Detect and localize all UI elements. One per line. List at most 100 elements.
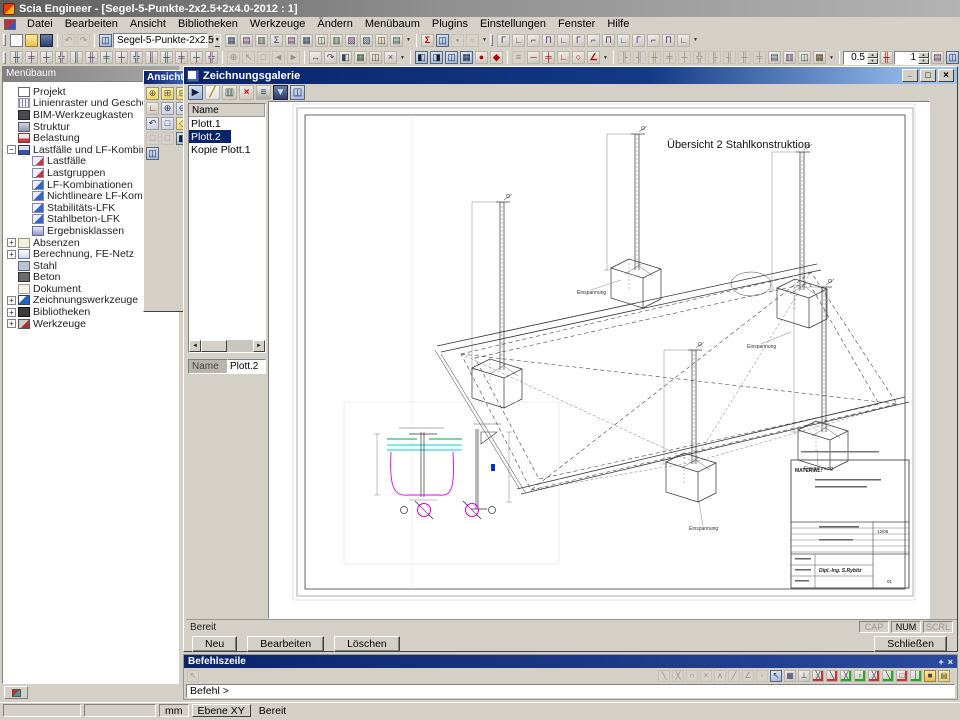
zoom-window-icon[interactable]: ⊞ bbox=[161, 87, 174, 100]
window-split-icon[interactable]: ◫ bbox=[99, 34, 112, 47]
goto-drawing-icon[interactable]: ▶ bbox=[188, 85, 203, 100]
render-icon[interactable]: ◆ bbox=[490, 51, 503, 64]
grid-icon[interactable]: ▦ bbox=[300, 34, 313, 47]
info-icon[interactable]: ▫ bbox=[466, 34, 479, 47]
menu-einstellungen[interactable]: Einstellungen bbox=[474, 18, 552, 30]
pin-icon[interactable]: + bbox=[938, 657, 943, 667]
menu-bibliotheken[interactable]: Bibliotheken bbox=[172, 18, 244, 30]
workplane-icon[interactable]: ■ bbox=[924, 670, 936, 682]
polyline-icon[interactable]: ∟ bbox=[557, 51, 570, 64]
snap-end-icon[interactable]: ╲ bbox=[658, 670, 670, 682]
collapse-icon[interactable]: − bbox=[7, 145, 16, 154]
model-tool-icon[interactable]: ╬ bbox=[55, 51, 68, 64]
model-tool-icon[interactable]: ┼ bbox=[40, 51, 53, 64]
property-value[interactable]: Plott.2 bbox=[228, 359, 266, 374]
export-icon[interactable]: ▼ bbox=[273, 85, 288, 100]
dimension-tool-icon[interactable]: ╟ bbox=[618, 51, 631, 64]
snap-line-icon[interactable]: ╲ bbox=[826, 670, 838, 682]
text-icon[interactable]: ▤ bbox=[768, 51, 781, 64]
model-tool-icon[interactable]: ╫ bbox=[10, 51, 23, 64]
rotate-icon[interactable]: ↷ bbox=[324, 51, 337, 64]
frame-icon[interactable]: ◫ bbox=[315, 34, 328, 47]
shell-icon[interactable]: ⌐ bbox=[647, 34, 660, 47]
window-prev-icon[interactable]: □ bbox=[146, 132, 159, 145]
dimension-tool-icon[interactable]: ╫ bbox=[648, 51, 661, 64]
checker-icon[interactable]: ▦ bbox=[225, 34, 238, 47]
toolbar-grip[interactable] bbox=[3, 34, 6, 46]
polyline-icon[interactable]: ∟ bbox=[617, 34, 630, 47]
calc-icon[interactable]: Σ bbox=[421, 34, 434, 47]
toolbar-grip[interactable] bbox=[3, 52, 6, 64]
redo-icon[interactable]: ↷ bbox=[77, 34, 90, 47]
array-icon[interactable]: ▦ bbox=[354, 51, 367, 64]
list-header[interactable]: Name bbox=[189, 104, 265, 117]
chevron-down-icon[interactable] bbox=[827, 51, 836, 64]
minimize-icon[interactable] bbox=[902, 69, 918, 82]
prev-icon[interactable]: ◄ bbox=[272, 51, 285, 64]
check-icon[interactable]: ◫ bbox=[436, 34, 449, 47]
clipboard-icon[interactable]: ▤ bbox=[285, 34, 298, 47]
edit-button[interactable]: Bearbeiten bbox=[247, 636, 324, 652]
gallery-title-bar[interactable]: Zeichnungsgalerie bbox=[184, 67, 957, 84]
cursor-icon[interactable]: ↖ bbox=[242, 51, 255, 64]
chevron-down-icon[interactable] bbox=[691, 34, 700, 47]
display-mode-icon[interactable]: ◫ bbox=[146, 147, 159, 160]
snap-mid-icon[interactable]: ╳ bbox=[672, 670, 684, 682]
restore-icon[interactable] bbox=[920, 69, 936, 82]
image-icon[interactable]: ▤ bbox=[390, 34, 403, 47]
scale-spinner[interactable]: 0.5 ▲▼ bbox=[843, 51, 879, 65]
workspace-tab[interactable] bbox=[4, 686, 28, 699]
scale-icon[interactable]: ◫ bbox=[369, 51, 382, 64]
close-button[interactable]: Schließen bbox=[874, 636, 947, 652]
snap-nearest-icon[interactable]: ╱ bbox=[728, 670, 740, 682]
zoom-all-icon[interactable]: ⊕ bbox=[146, 87, 159, 100]
zoom-rect-icon[interactable]: □ bbox=[161, 117, 174, 130]
window-next-icon[interactable]: □ bbox=[161, 132, 174, 145]
save-icon[interactable] bbox=[40, 34, 53, 47]
delete-button[interactable]: Löschen bbox=[334, 636, 400, 652]
expand-icon[interactable]: + bbox=[7, 296, 16, 305]
pointer-icon[interactable]: ↖ bbox=[187, 670, 199, 682]
model-tool-icon[interactable]: ╫ bbox=[85, 51, 98, 64]
sum-icon[interactable]: Σ bbox=[270, 34, 283, 47]
snap-edge-icon[interactable]: ╲ bbox=[882, 670, 894, 682]
note-icon[interactable]: ▦ bbox=[813, 51, 826, 64]
beam-icon[interactable]: ▥ bbox=[330, 34, 343, 47]
menu-menuebaum[interactable]: Menübaum bbox=[359, 18, 426, 30]
visibility-icon[interactable]: ◫ bbox=[946, 51, 959, 64]
plane-toggle[interactable]: Ebene XY bbox=[192, 704, 251, 717]
menu-hilfe[interactable]: Hilfe bbox=[601, 18, 635, 30]
new-icon[interactable] bbox=[10, 34, 23, 47]
opening-icon[interactable]: ⌐ bbox=[587, 34, 600, 47]
layer-page-icon[interactable]: ▤ bbox=[938, 670, 950, 682]
new-button[interactable]: Neu bbox=[192, 636, 237, 652]
snap-center-icon[interactable]: ◦ bbox=[756, 670, 768, 682]
preview-icon[interactable]: ◫ bbox=[290, 85, 305, 100]
factor-spinner[interactable]: 1 ▲▼ bbox=[894, 51, 930, 65]
solid-icon[interactable]: Π bbox=[662, 34, 675, 47]
column-icon[interactable]: ⌐ bbox=[527, 34, 540, 47]
beam-icon[interactable]: ∟ bbox=[512, 34, 525, 47]
menu-fenster[interactable]: Fenster bbox=[552, 18, 601, 30]
snap-intersection-icon[interactable]: ○ bbox=[686, 670, 698, 682]
cursor-snap-icon[interactable]: ↖ bbox=[770, 670, 782, 682]
rib-icon[interactable]: Γ bbox=[572, 34, 585, 47]
zoom-in-icon[interactable]: ⊕ bbox=[161, 102, 174, 115]
render-icon[interactable]: ▨ bbox=[345, 34, 358, 47]
horizontal-scrollbar[interactable] bbox=[189, 340, 265, 352]
wall-icon[interactable]: ∟ bbox=[557, 34, 570, 47]
expand-icon[interactable]: + bbox=[7, 250, 16, 259]
snap-mark-icon[interactable]: ╳ bbox=[868, 670, 880, 682]
dimension-tool-icon[interactable]: ┼ bbox=[678, 51, 691, 64]
chevron-down-icon[interactable] bbox=[404, 34, 413, 47]
snap-dot-icon[interactable]: ▫ bbox=[854, 670, 866, 682]
menu-werkzeuge[interactable]: Werkzeuge bbox=[244, 18, 311, 30]
snap-axis-icon[interactable]: │ bbox=[910, 670, 922, 682]
command-input[interactable]: Befehl > bbox=[186, 684, 955, 698]
chevron-down-icon[interactable] bbox=[398, 51, 407, 64]
model-tool-icon[interactable]: ╪ bbox=[100, 51, 113, 64]
close-icon[interactable]: × bbox=[948, 657, 953, 667]
sidebar-item-werkzeuge[interactable]: +Werkzeuge bbox=[3, 318, 178, 330]
hatch-icon[interactable]: ╪ bbox=[542, 51, 555, 64]
ortho-icon[interactable]: ⊥ bbox=[798, 670, 810, 682]
